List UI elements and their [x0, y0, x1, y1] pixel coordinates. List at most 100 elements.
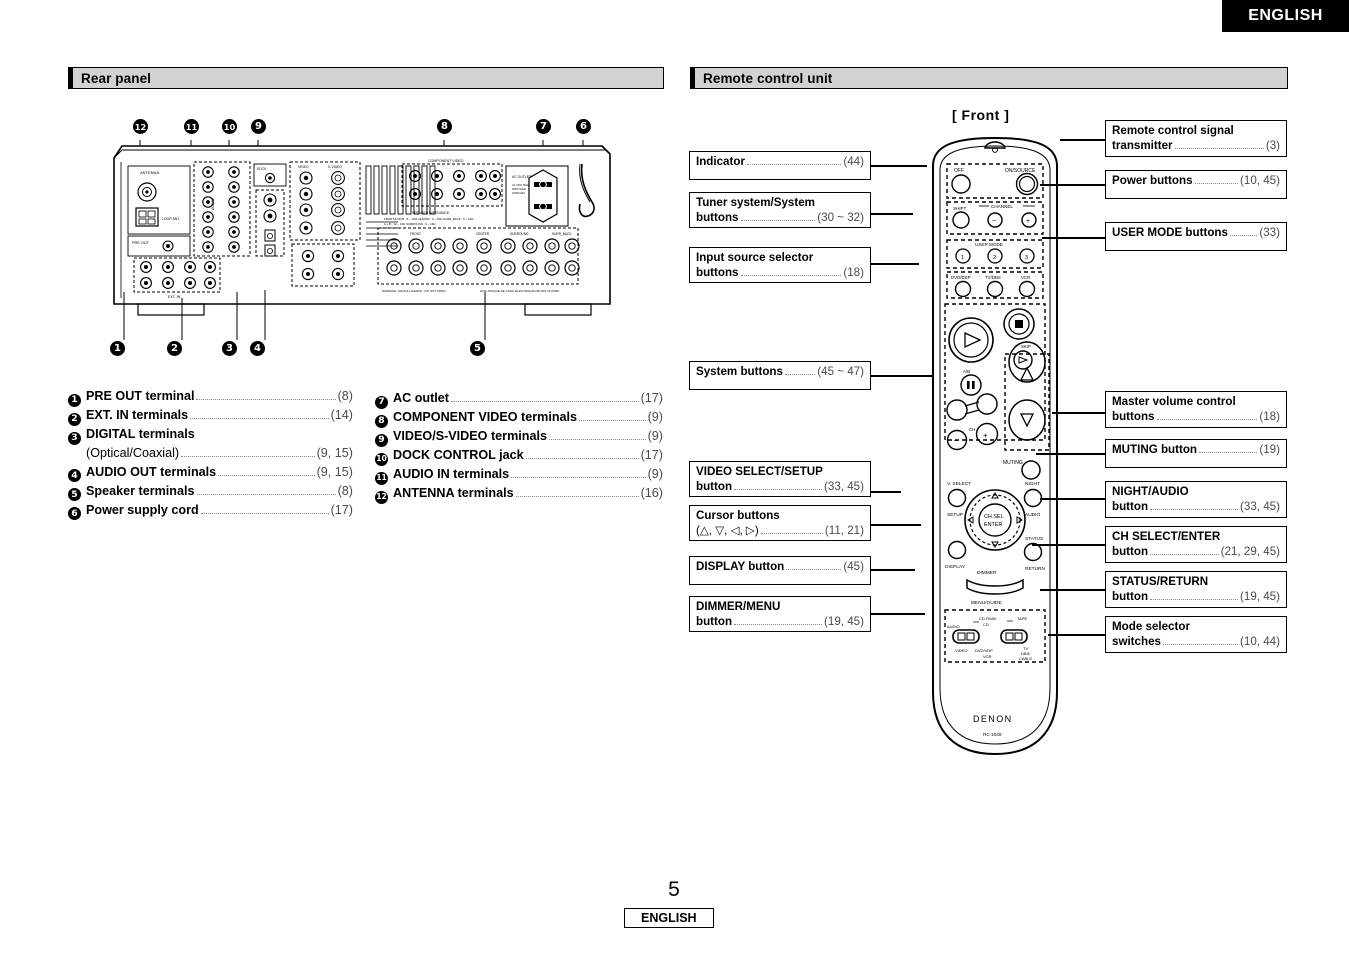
legend-label: ANTENNA terminals — [393, 486, 514, 500]
legend-page-ref: (9, 15) — [316, 464, 353, 479]
leader-line — [1052, 412, 1106, 414]
legend-list-left: 1 PRE OUT terminal (8) 2 EXT. IN termina… — [68, 388, 353, 521]
legend-item-10: 10 DOCK CONTROL jack (17) — [375, 447, 663, 466]
callout-page-ref: (3) — [1265, 138, 1280, 152]
svg-text:PRE OUT: PRE OUT — [132, 241, 150, 245]
callout-remote-signal-transmitter: Remote control signal transmitter (3) — [1105, 120, 1287, 157]
leader-dots — [734, 488, 823, 490]
svg-text:SHIFT: SHIFT — [953, 206, 966, 211]
legend-item-3: 3 DIGITAL terminals — [68, 426, 353, 445]
svg-text:SWITCHED: SWITCHED — [512, 187, 526, 191]
callout-label: MUTING button — [1112, 443, 1197, 456]
svg-text:AC 230V 50Hz: AC 230V 50Hz — [512, 183, 530, 187]
legend-label: AC outlet — [393, 391, 449, 405]
legend-label: DIGITAL terminals — [86, 427, 195, 441]
callout-page-ref: (21, 29, 45) — [1220, 544, 1280, 558]
legend-page-ref: (8) — [337, 389, 353, 403]
svg-text:VIDEO: VIDEO — [298, 165, 309, 169]
svg-text:SURROUND: SURROUND — [510, 232, 529, 236]
leader-dots — [1150, 553, 1219, 555]
figure-callout-11: 11 — [184, 119, 199, 134]
section-title-rear-panel: Rear panel — [81, 70, 152, 86]
callout-label: Power buttons — [1112, 174, 1193, 187]
language-tab-label: ENGLISH — [1248, 7, 1323, 24]
section-accent-bar — [691, 68, 695, 88]
svg-text:CH: CH — [969, 427, 975, 432]
svg-text:AUDIO: AUDIO — [947, 624, 960, 629]
svg-text:−: − — [992, 218, 996, 225]
legend-label: COMPONENT VIDEO terminals — [393, 410, 578, 424]
svg-text:EXT. IN: EXT. IN — [168, 295, 181, 299]
legend-page-ref: (9) — [647, 429, 663, 443]
svg-text:SPEAKER IMPEDANCE: SPEAKER IMPEDANCE — [412, 211, 450, 215]
leader-dots — [1162, 643, 1239, 645]
callout-label-line2: transmitter — [1112, 138, 1173, 152]
legend-list-right: 7 AC outlet (17) 8 COMPONENT VIDEO termi… — [375, 390, 663, 504]
svg-text:ENTER: ENTER — [984, 522, 1002, 528]
leader-line — [1042, 237, 1106, 239]
leader-line — [1032, 544, 1106, 546]
legend-label: Speaker terminals — [86, 483, 195, 498]
callout-label: Master volume control — [1112, 395, 1236, 408]
svg-text:LOOP ANT.: LOOP ANT. — [162, 217, 180, 221]
leader-dots — [740, 219, 816, 221]
figure-callout-1: 1 — [110, 341, 125, 356]
callout-page-ref: (33, 45) — [1240, 499, 1280, 513]
legend-sublabel: (Optical/Coaxial) — [86, 446, 180, 460]
svg-text:VCR: VCR — [983, 654, 992, 659]
svg-text:CD: CD — [983, 622, 989, 627]
leader-dots — [1199, 452, 1258, 453]
callout-label: Mode selector — [1112, 620, 1190, 633]
figure-callout-8: 8 — [437, 119, 452, 134]
legend-label: AUDIO IN terminals — [393, 467, 510, 481]
legend-item-8: 8 COMPONENT VIDEO terminals (9) — [375, 409, 663, 428]
callout-page-ref: (30 ~ 32) — [817, 210, 864, 224]
callout-label: Tuner system/System — [696, 196, 815, 209]
svg-text:NIGHT: NIGHT — [1025, 481, 1040, 487]
svg-text:RC-1049: RC-1049 — [983, 732, 1002, 737]
leader-dots — [525, 458, 639, 459]
legend-item-2: 2 EXT. IN terminals (14) — [68, 407, 353, 426]
remote-view-label: [ Front ] — [952, 107, 1010, 123]
figure-callout-7: 7 — [536, 119, 551, 134]
callout-page-ref: (10, 45) — [1240, 174, 1280, 187]
figure-callout-9: 9 — [251, 119, 266, 134]
legend-label: AUDIO OUT terminals — [86, 464, 217, 479]
legend-item-6: 6 Power supply cord (17) — [68, 502, 353, 520]
callout-label-line2: buttons — [696, 265, 739, 279]
callout-label-line2: buttons — [696, 210, 739, 224]
figure-callout-3: 3 — [222, 341, 237, 356]
svg-text:RETURN: RETURN — [1025, 566, 1046, 572]
svg-text:FRONT A OR B : 6 ~ 16Ω CENTE: FRONT A OR B : 6 ~ 16Ω CENTER : 6 ~ 16Ω … — [384, 217, 474, 221]
legend-page-ref: (17) — [640, 448, 663, 462]
leader-dots — [1194, 183, 1239, 184]
svg-text:DVD/VDP: DVD/VDP — [975, 648, 993, 653]
svg-text:CD-R/MD: CD-R/MD — [979, 616, 996, 621]
svg-text:ANTENNA: ANTENNA — [140, 170, 159, 175]
legend-number: 7 — [375, 395, 388, 409]
callout-input-source-selector-buttons: Input source selector buttons (18) — [689, 247, 871, 283]
leader-dots — [1150, 508, 1239, 510]
leader-dots — [190, 418, 329, 419]
leader-line — [871, 569, 915, 571]
legend-item-7: 7 AC outlet (17) — [375, 390, 663, 409]
legend-page-ref: (16) — [640, 486, 663, 500]
svg-text:DVD/DSP: DVD/DSP — [951, 275, 971, 280]
leader-dots — [786, 569, 842, 570]
leader-line — [871, 213, 913, 215]
remote-control-diagram: OFF ON/SOURCE SHIFT CHANNEL − + USER MOD… — [932, 136, 1058, 756]
callout-label-line2: button — [1112, 589, 1149, 603]
leader-line — [1040, 184, 1106, 186]
svg-text:CENTER: CENTER — [476, 232, 490, 236]
legend-label: VIDEO/S-VIDEO terminals — [393, 429, 547, 443]
svg-text:CHANNEL: CHANNEL — [991, 204, 1013, 209]
svg-text:+: + — [983, 431, 988, 440]
callout-page-ref: (19, 45) — [1240, 589, 1280, 603]
svg-text:COMPONENT VIDEO: COMPONENT VIDEO — [428, 159, 464, 163]
leader-line — [871, 263, 919, 265]
callout-ch-select-enter-button: CH SELECT/ENTER button (21, 29, 45) — [1105, 526, 1287, 563]
svg-text:VCR: VCR — [1021, 275, 1030, 280]
legend-number: 5 — [68, 488, 81, 501]
section-header-remote-control: Remote control unit — [690, 67, 1288, 89]
svg-text:DISPLAY: DISPLAY — [945, 564, 966, 570]
